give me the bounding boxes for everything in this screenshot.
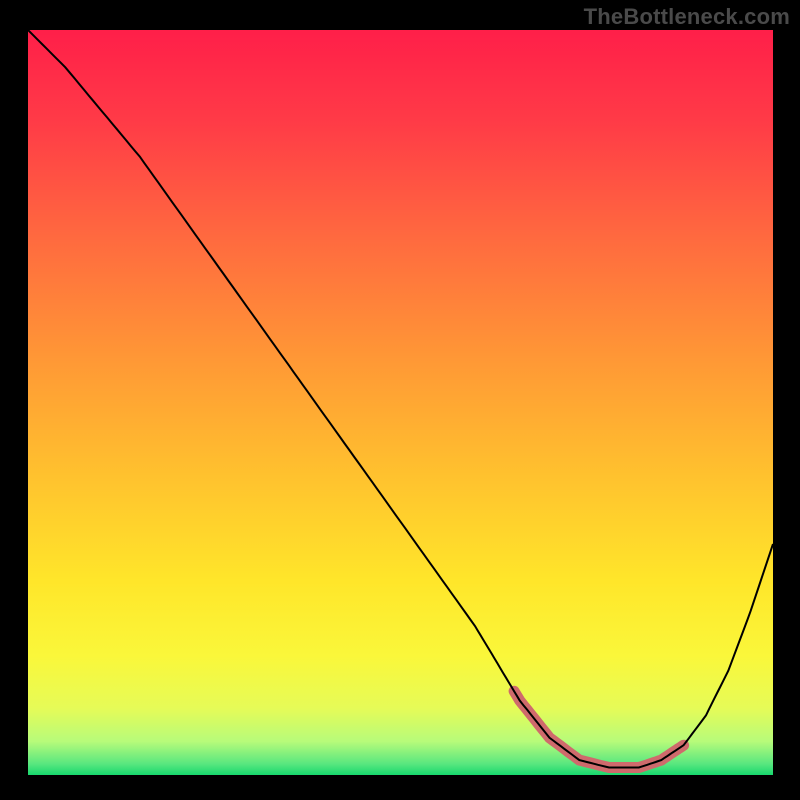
plot-background	[28, 30, 773, 775]
bottleneck-chart	[0, 0, 800, 800]
watermark-text: TheBottleneck.com	[584, 4, 790, 30]
chart-frame: { "watermark": "TheBottleneck.com", "plo…	[0, 0, 800, 800]
